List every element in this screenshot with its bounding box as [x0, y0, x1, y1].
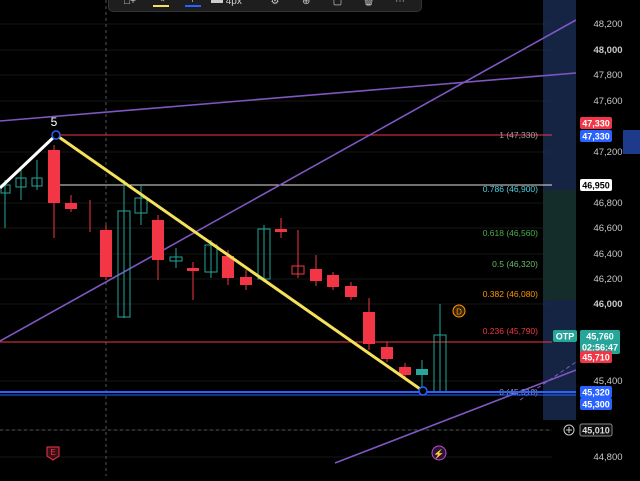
price-badge-label: 45,320 — [582, 388, 610, 398]
trendline-anchor-end[interactable] — [418, 386, 428, 396]
drawing-toolbar[interactable]: □+ ✎ ⊤ 4px ⚙ ⊕ ▢ 🗑 ⋯ — [108, 0, 422, 12]
price-tick: 48,000 — [593, 45, 622, 56]
flash-marker-icon: ⚡ — [433, 448, 444, 460]
price-badge-label: 45,300 — [582, 400, 610, 410]
fib-retracement[interactable]: 1 (47,330) 0.786 (46,900) 0.618 (46,560)… — [0, 130, 552, 397]
line-width-label: 4px — [225, 0, 242, 7]
price-badge-label: 47,330 — [582, 132, 610, 142]
line-color-swatch — [184, 5, 201, 7]
settings-icon[interactable]: ⚙ — [262, 0, 288, 7]
lock-icon[interactable]: ▢ — [325, 0, 351, 7]
earnings-marker-label: E — [50, 448, 55, 457]
channel-upper-line[interactable] — [0, 72, 577, 122]
channel-lower-line[interactable] — [334, 369, 577, 464]
fib-label-1: 1 (47,330) — [499, 130, 538, 140]
price-tick: 46,800 — [593, 198, 622, 209]
pencil-icon[interactable]: ✎ — [148, 0, 174, 7]
candle — [345, 286, 357, 297]
price-tick: 46,600 — [593, 223, 622, 234]
trash-icon[interactable]: 🗑 — [356, 0, 382, 7]
price-tick: 47,600 — [593, 96, 622, 107]
candle — [416, 369, 428, 375]
price-tick: 44,800 — [593, 452, 622, 463]
shape-plus-icon[interactable]: □+ — [117, 0, 143, 7]
parallel-channel[interactable] — [0, 19, 577, 464]
trendline-anchor-start[interactable] — [51, 130, 61, 140]
fib-zone-green — [543, 190, 576, 300]
candle — [240, 277, 252, 285]
wave-label-5: 5 — [51, 115, 58, 129]
candle — [327, 275, 339, 287]
chart-area[interactable]: 1 (47,330) 0.786 (46,900) 0.618 (46,560)… — [0, 0, 640, 476]
candle — [187, 268, 199, 271]
fib-label-0786: 0.786 (46,900) — [483, 184, 538, 194]
more-icon[interactable]: ⋯ — [387, 0, 413, 7]
price-tick: 47,800 — [593, 70, 622, 81]
price-tick: 46,200 — [593, 274, 622, 285]
fib-label-0382: 0.382 (46,080) — [483, 289, 538, 299]
fib-label-05: 0.5 (46,320) — [492, 259, 538, 269]
wave-4-5-line[interactable] — [0, 133, 58, 190]
price-tick: 46,000 — [593, 299, 622, 310]
price-chart[interactable]: 1 (47,330) 0.786 (46,900) 0.618 (46,560)… — [0, 0, 640, 476]
text-plus-icon[interactable]: ⊕ — [293, 0, 319, 7]
candle — [65, 203, 77, 209]
price-badge-label: 45,010 — [582, 426, 610, 436]
candle — [152, 220, 164, 260]
fib-label-0236: 0.236 (45,790) — [483, 326, 538, 336]
price-badge-label: 47,330 — [582, 119, 610, 129]
price-badge-label: 46,950 — [582, 181, 610, 191]
price-badge-label: 45,710 — [582, 353, 610, 363]
otp-badge-label: OTP — [556, 332, 575, 342]
pencil-color-swatch — [153, 5, 170, 7]
candles — [0, 145, 447, 393]
candle — [381, 347, 393, 359]
price-tick: 47,200 — [593, 147, 622, 158]
price-tick: 45,400 — [593, 376, 622, 387]
dividend-marker-label: D — [456, 308, 462, 317]
price-tick: 46,400 — [593, 249, 622, 260]
axis-scroll-handle[interactable] — [623, 130, 640, 154]
flash-marker[interactable]: ⚡ — [431, 445, 447, 461]
price-tick: 48,200 — [593, 19, 622, 30]
candle — [363, 312, 375, 344]
fib-label-0618: 0.618 (46,560) — [483, 228, 538, 238]
candle — [310, 269, 322, 281]
line-width-icon[interactable]: 4px — [210, 0, 257, 7]
candle — [275, 229, 287, 232]
price-badge-label: 45,760 — [586, 332, 614, 342]
candle — [48, 150, 60, 203]
earnings-marker[interactable]: E — [46, 446, 60, 461]
line-style-icon[interactable]: ⊤ — [180, 0, 206, 7]
candle — [100, 230, 112, 277]
